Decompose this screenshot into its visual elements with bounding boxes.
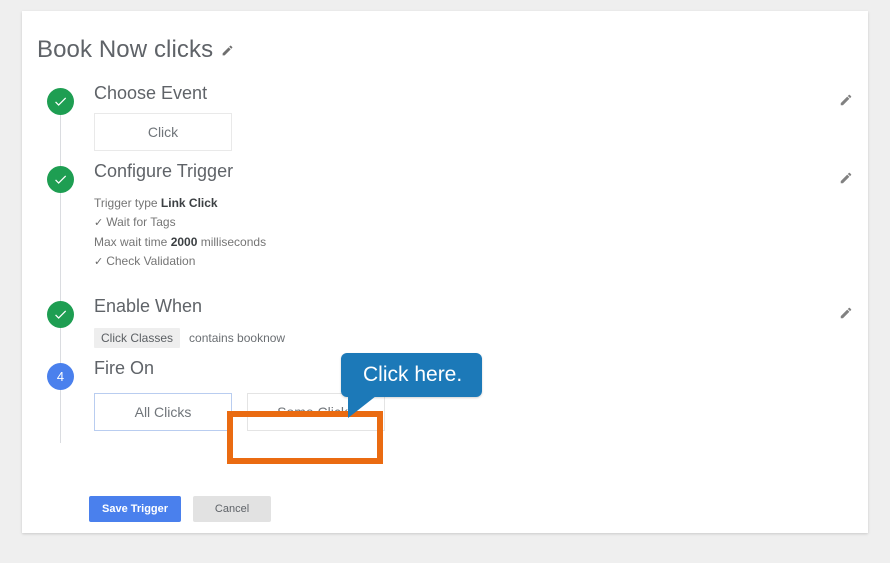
enable-condition-row: Click Classes contains booknow <box>94 328 853 348</box>
step-heading-3: Enable When <box>94 296 203 316</box>
step-enable-when: Enable When Click Classes contains bookn… <box>37 292 853 363</box>
page-title-row: Book Now clicks <box>37 38 234 62</box>
step-bullet-2 <box>47 166 74 193</box>
event-choice-row: Click <box>94 113 853 151</box>
page-title: Book Now clicks <box>37 36 214 63</box>
check-icon <box>55 97 67 106</box>
detail-max-wait-time: Max wait time 2000 milliseconds <box>94 233 853 252</box>
detail-max-wait-unit: milliseconds <box>197 235 267 249</box>
step-bullet-1 <box>47 88 74 115</box>
detail-trigger-type-label: Trigger type <box>94 196 161 210</box>
fire-on-all-clicks-button[interactable]: All Clicks <box>94 393 232 431</box>
step-choose-event: Choose Event Click <box>37 79 853 166</box>
step-heading-1: Choose Event <box>94 83 208 103</box>
detail-wait-for-tags: ✓ Wait for Tags <box>94 213 853 233</box>
detail-check-validation: ✓ Check Validation <box>94 252 853 272</box>
condition-variable-chip: Click Classes <box>94 328 181 348</box>
callout-text: Click here. <box>341 353 483 397</box>
check-icon <box>55 310 67 319</box>
step-configure-trigger: Configure Trigger Trigger type Link Clic… <box>37 157 853 301</box>
step-body-2: Trigger type Link Click ✓ Wait for Tags M… <box>94 185 853 280</box>
edit-pencil-icon-step-1[interactable] <box>839 93 853 107</box>
cancel-button[interactable]: Cancel <box>193 496 272 522</box>
step-heading-2: Configure Trigger <box>94 161 234 181</box>
detail-trigger-type-value: Link Click <box>160 196 218 210</box>
step-bullet-4: 4 <box>47 363 74 390</box>
check-glyph-icon: ✓ <box>94 256 104 268</box>
event-choice-click[interactable]: Click <box>94 113 232 151</box>
check-glyph-icon: ✓ <box>94 217 104 229</box>
step-body-3: Click Classes contains booknow <box>94 320 853 356</box>
form-actions: Save Trigger Cancel <box>89 496 272 522</box>
page-root: Book Now clicks Choose Event Click Confi… <box>0 0 890 563</box>
detail-check-validation-label: Check Validation <box>106 254 196 268</box>
step-body-1: Click <box>94 107 853 159</box>
detail-max-wait-label: Max wait time <box>94 235 171 249</box>
condition-operator-value: contains booknow <box>189 331 286 345</box>
edit-pencil-icon-step-2[interactable] <box>839 171 853 185</box>
title-edit-pencil-icon[interactable] <box>221 44 234 57</box>
trigger-editor-card: Book Now clicks Choose Event Click Confi… <box>22 11 868 533</box>
fire-on-choice-row: All Clicks Some Clicks <box>94 393 853 431</box>
detail-max-wait-value: 2000 <box>170 235 198 249</box>
callout-click-here: Click here. <box>341 353 483 418</box>
step-bullet-3 <box>47 301 74 328</box>
save-trigger-button[interactable]: Save Trigger <box>89 496 182 522</box>
detail-trigger-type: Trigger type Link Click <box>94 194 853 213</box>
check-icon <box>55 175 67 184</box>
detail-wait-for-tags-label: Wait for Tags <box>106 215 176 229</box>
step-number: 4 <box>56 369 65 384</box>
edit-pencil-icon-step-3[interactable] <box>839 306 853 320</box>
callout-tail <box>348 396 376 418</box>
